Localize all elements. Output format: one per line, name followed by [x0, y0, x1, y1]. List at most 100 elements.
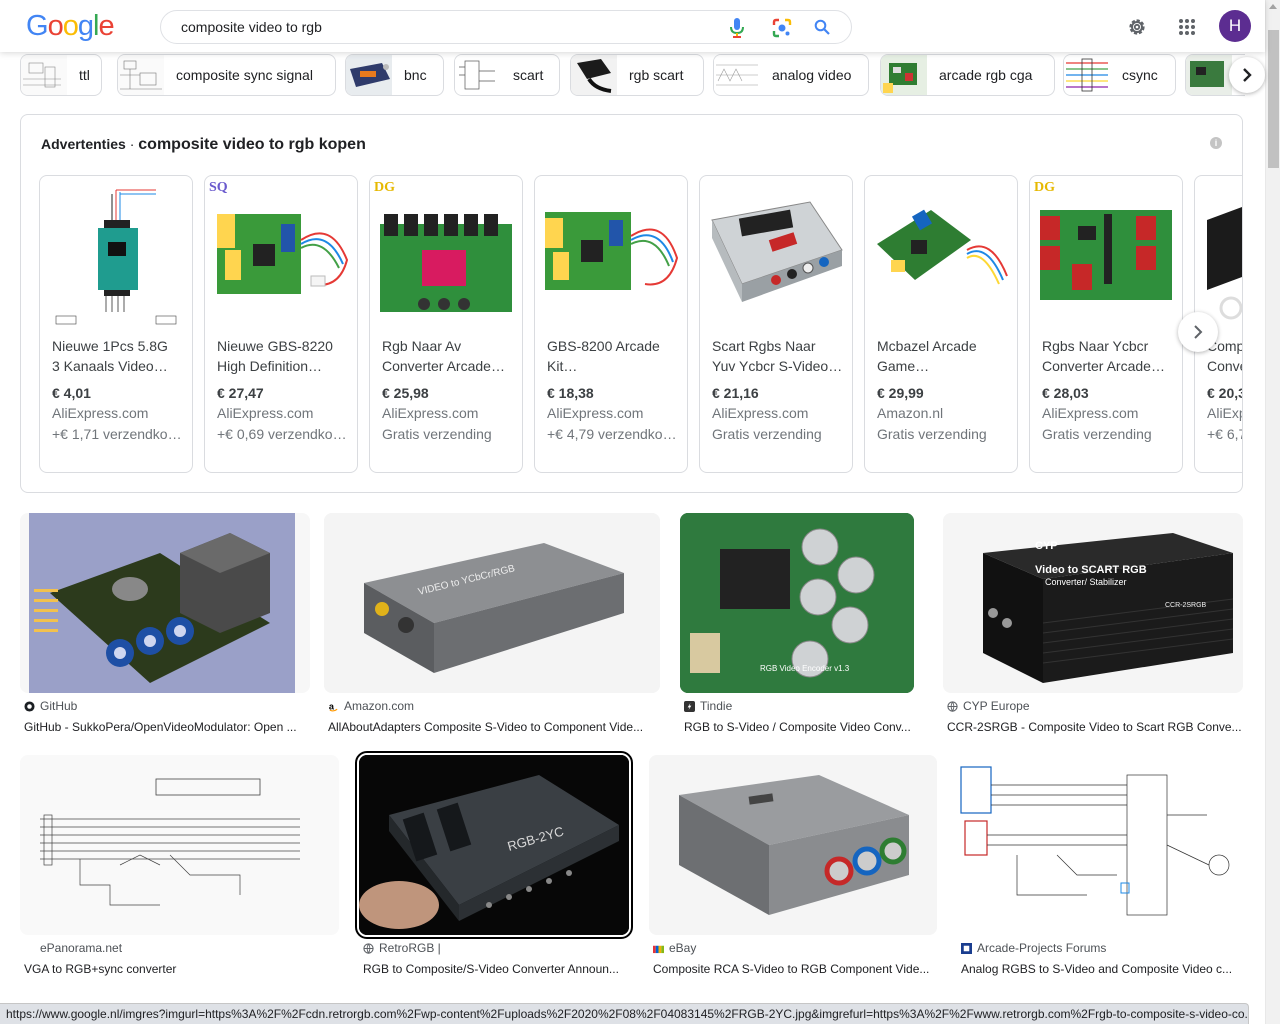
browser-status-url: https://www.google.nl/imgres?imgurl=http…: [0, 1003, 1249, 1024]
search-input[interactable]: composite video to rgb: [181, 19, 322, 35]
svg-text:a: a: [329, 701, 335, 711]
scroll-up-arrow-icon[interactable]: [1269, 4, 1277, 9]
ad-card[interactable]: Mcbazel Arcade Game… € 29,99 Amazon.nl Gr…: [864, 175, 1018, 473]
ad-product-name: Scart Rgbs Naar Yuv Ycbcr S-Video…: [712, 336, 844, 376]
chip-rgb-scart[interactable]: rgb scart: [570, 54, 704, 96]
search-box[interactable]: composite video to rgb: [160, 10, 852, 44]
ad-price: € 21,16: [712, 385, 759, 401]
result-source-name: eBay: [669, 941, 697, 955]
product-image: [1201, 180, 1242, 330]
ads-heading: Advertenties · composite video to rgb ko…: [41, 136, 366, 154]
microphone-icon[interactable]: [727, 17, 747, 39]
ad-seller-badge: DG: [1034, 180, 1055, 195]
chip-label: arcade rgb cga: [939, 67, 1033, 83]
chip-analog-video[interactable]: analog video: [713, 54, 869, 96]
ad-store: AliExpress.com: [712, 405, 809, 421]
chip-bnc[interactable]: bnc: [345, 54, 444, 96]
gear-icon[interactable]: [1124, 14, 1150, 40]
logo-letter: G: [26, 10, 49, 42]
ad-card[interactable]: GBS-8200 Arcade Kit… € 18,38 AliExpress.c…: [534, 175, 688, 473]
result-source[interactable]: eBay: [653, 941, 696, 955]
chips-next-button[interactable]: [1229, 57, 1265, 93]
ad-name-line: Scart Rgbs Naar: [712, 338, 816, 354]
chip-thumbnail: [346, 55, 392, 95]
ad-name-line: Mcbazel Arcade: [877, 338, 977, 354]
result-title[interactable]: RGB to Composite/S-Video Converter Annou…: [363, 962, 631, 976]
arcade-projects-icon: [961, 942, 972, 954]
chip-arcade-rgb-cga[interactable]: arcade rgb cga: [880, 54, 1055, 96]
ad-card[interactable]: DG Rgb Naar Av Converter Arcade… € 25,98 …: [369, 175, 523, 473]
vertical-scrollbar[interactable]: [1265, 0, 1280, 1024]
result-source[interactable]: Tindie: [684, 699, 732, 713]
logo-letter: g: [77, 10, 94, 42]
ad-card[interactable]: DG Rgbs Naar Ycbcr Converter Arcade… € 28…: [1029, 175, 1183, 473]
ad-seller-badge: DG: [374, 180, 395, 195]
ad-name-line: Conve: [1207, 358, 1242, 374]
ads-label: Advertenties: [41, 136, 126, 152]
related-search-chips: ttl composite sync signal bnc scart rgb …: [20, 52, 1245, 98]
chip-thumbnail: [118, 55, 164, 95]
result-title[interactable]: CCR-2SRGB - Composite Video to Scart RGB…: [947, 720, 1245, 734]
chip-thumbnail: [21, 55, 67, 95]
result-source[interactable]: GitHub: [24, 699, 77, 713]
chip-label: bnc: [404, 67, 427, 83]
chip-csync[interactable]: csync: [1063, 54, 1176, 96]
scroll-thumb[interactable]: [1268, 30, 1279, 168]
ad-card[interactable]: Nieuwe 1Pcs 5.8G 3 Kanaals Video… € 4,01 …: [39, 175, 193, 473]
image-result-selected[interactable]: RGB-2YC RetroRGB | RGB to Composite/S-Vi…: [355, 751, 633, 976]
ad-card[interactable]: Scart Rgbs Naar Yuv Ycbcr S-Video… € 21,1…: [699, 175, 853, 473]
ad-store: AliExpress.com: [1042, 405, 1139, 421]
account-avatar[interactable]: H: [1219, 10, 1251, 42]
result-thumbnail[interactable]: CYP Video to SCART RGB Converter/ Stabil…: [943, 513, 1243, 693]
chevron-right-icon: [1194, 325, 1203, 339]
chevron-right-icon: [1243, 68, 1252, 82]
product-subtitle-text: Converter/ Stabilizer: [1045, 577, 1127, 587]
result-source[interactable]: RetroRGB |: [363, 941, 441, 955]
result-source[interactable]: ePanorama.net: [40, 941, 122, 955]
ad-product-name: Rgb Naar Av Converter Arcade…: [382, 336, 514, 376]
result-title[interactable]: RGB to S-Video / Composite Video Conv...: [684, 720, 920, 734]
result-source[interactable]: a Amazon.com: [328, 699, 414, 713]
chip-ttl[interactable]: ttl: [20, 54, 102, 96]
chip-composite-sync-signal[interactable]: composite sync signal: [117, 54, 336, 96]
apps-grid-icon[interactable]: [1174, 14, 1200, 40]
ad-product-name: GBS-8200 Arcade Kit…: [547, 336, 679, 376]
chip-scart[interactable]: scart: [454, 54, 560, 96]
ad-price: € 20,3: [1207, 385, 1243, 401]
ad-shipping: +€ 6,7: [1207, 426, 1243, 442]
result-title[interactable]: VGA to RGB+sync converter: [24, 962, 340, 976]
tindie-icon: [684, 700, 695, 712]
result-thumbnail[interactable]: RGB Video Encoder v1.3: [680, 513, 914, 693]
result-thumbnail[interactable]: [20, 755, 339, 935]
result-thumbnail[interactable]: [957, 755, 1243, 935]
ad-store: AliExpress.com: [217, 405, 314, 421]
google-logo[interactable]: Google: [26, 10, 115, 43]
ad-product-name: Mcbazel Arcade Game…: [877, 336, 1009, 376]
result-title[interactable]: GitHub - SukkoPera/OpenVideoModulator: O…: [24, 720, 308, 734]
result-source[interactable]: CYP Europe: [947, 699, 1030, 713]
ad-store: AliExpress.com: [52, 405, 149, 421]
product-image: [211, 180, 351, 330]
logo-letter: o: [62, 10, 79, 42]
product-image: [46, 180, 186, 330]
ads-next-button[interactable]: [1178, 312, 1218, 352]
ad-name-line: Nieuwe GBS-8220: [217, 338, 333, 354]
info-icon[interactable]: i: [1210, 137, 1222, 149]
result-title[interactable]: Composite RCA S-Video to RGB Component V…: [653, 962, 937, 976]
ad-shipping: +€ 1,71 verzendko…: [52, 426, 182, 442]
result-title[interactable]: AllAboutAdapters Composite S-Video to Co…: [328, 720, 658, 734]
result-source[interactable]: Arcade-Projects Forums: [961, 941, 1106, 955]
ad-card[interactable]: SQ Nieuwe GBS-8220 High Definition… € 27,…: [204, 175, 358, 473]
chip-label: scart: [513, 67, 544, 83]
result-thumbnail[interactable]: [20, 513, 310, 693]
chip-label: composite sync signal: [176, 67, 313, 83]
result-title[interactable]: Analog RGBS to S-Video and Composite Vid…: [961, 962, 1241, 976]
result-thumbnail[interactable]: RGB-2YC: [359, 755, 629, 935]
result-thumbnail[interactable]: [649, 755, 937, 935]
ad-name-line: Rgbs Naar Ycbcr: [1042, 338, 1149, 354]
result-thumbnail[interactable]: VIDEO to YCbCr/RGB: [324, 513, 660, 693]
header-bar: Google composite video to rgb H: [0, 0, 1265, 52]
search-icon[interactable]: [812, 17, 832, 37]
result-source-name: CYP Europe: [963, 699, 1030, 713]
google-lens-icon[interactable]: [771, 17, 793, 39]
